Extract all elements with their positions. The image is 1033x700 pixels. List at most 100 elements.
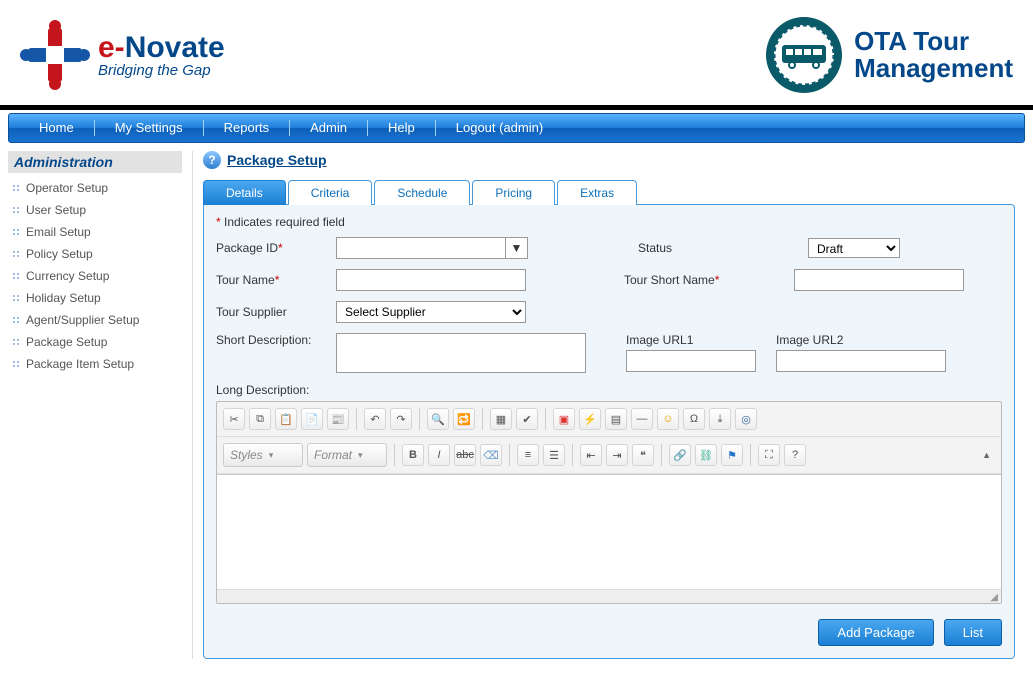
select-all-icon[interactable]: ▦ <box>490 408 512 430</box>
sidebar-title: Administration <box>8 151 182 173</box>
tour-short-name-label: Tour Short Name* <box>624 273 784 287</box>
sidebar-item-package-setup[interactable]: Package Setup <box>8 331 182 353</box>
collapse-toolbar-icon[interactable]: ▲ <box>982 450 995 460</box>
brand-tagline: Bridging the Gap <box>98 62 225 79</box>
bulleted-list-icon[interactable]: ☰ <box>543 444 565 466</box>
package-id-label: Package ID* <box>216 241 326 255</box>
tour-name-input[interactable] <box>336 269 526 291</box>
sidebar-item-policy-setup[interactable]: Policy Setup <box>8 243 182 265</box>
nav-home[interactable]: Home <box>19 120 95 136</box>
tabs: Details Criteria Schedule Pricing Extras <box>203 179 1015 204</box>
add-package-button[interactable]: Add Package <box>818 619 933 646</box>
sidebar-item-currency-setup[interactable]: Currency Setup <box>8 265 182 287</box>
tour-supplier-select[interactable]: Select Supplier <box>336 301 526 323</box>
puzzle-icon <box>20 20 90 90</box>
help-icon[interactable]: ? <box>203 151 221 169</box>
paste-icon[interactable]: 📋 <box>275 408 297 430</box>
image-icon[interactable]: ▣ <box>553 408 575 430</box>
format-combo[interactable]: Format▾ <box>307 443 387 467</box>
nav-reports[interactable]: Reports <box>204 120 291 136</box>
short-description-label: Short Description: <box>216 333 326 347</box>
page-break-icon[interactable]: ⤓ <box>709 408 731 430</box>
resize-grip-icon[interactable]: ◢ <box>990 592 998 603</box>
bus-icon <box>764 15 844 95</box>
table-icon[interactable]: ▤ <box>605 408 627 430</box>
tour-supplier-label: Tour Supplier <box>216 305 326 319</box>
brand-text: e-Novate Bridging the Gap <box>98 31 225 79</box>
tab-extras[interactable]: Extras <box>557 180 637 205</box>
paste-word-icon[interactable]: 📰 <box>327 408 349 430</box>
sidebar-item-agent-supplier-setup[interactable]: Agent/Supplier Setup <box>8 309 182 331</box>
image-url2-label: Image URL2 <box>776 333 886 347</box>
image-url2-input[interactable] <box>776 350 946 372</box>
long-description-label: Long Description: <box>216 383 1002 397</box>
undo-icon[interactable]: ↶ <box>364 408 386 430</box>
flash-icon[interactable]: ⚡ <box>579 408 601 430</box>
remove-format-icon[interactable]: ⌫ <box>480 444 502 466</box>
tour-name-label: Tour Name* <box>216 273 326 287</box>
short-description-input[interactable] <box>336 333 586 373</box>
product-logo: OTA Tour Management <box>764 15 1013 95</box>
page-title: Package Setup <box>227 152 327 168</box>
tab-pricing[interactable]: Pricing <box>472 180 555 205</box>
special-char-icon[interactable]: Ω <box>683 408 705 430</box>
cut-icon[interactable]: ✂ <box>223 408 245 430</box>
nav-my-settings[interactable]: My Settings <box>95 120 204 136</box>
package-id-input[interactable] <box>336 237 506 259</box>
brand-e: e- <box>98 31 125 64</box>
find-icon[interactable]: 🔍 <box>427 408 449 430</box>
tour-short-name-input[interactable] <box>794 269 964 291</box>
redo-icon[interactable]: ↷ <box>390 408 412 430</box>
blockquote-icon[interactable]: ❝ <box>632 444 654 466</box>
about-icon[interactable]: ? <box>784 444 806 466</box>
main-content: ? Package Setup Details Criteria Schedul… <box>193 151 1025 659</box>
tab-schedule[interactable]: Schedule <box>374 180 470 205</box>
status-label: Status <box>638 241 798 255</box>
sidebar-item-holiday-setup[interactable]: Holiday Setup <box>8 287 182 309</box>
top-nav: Home My Settings Reports Admin Help Logo… <box>8 113 1025 143</box>
link-icon[interactable]: 🔗 <box>669 444 691 466</box>
iframe-icon[interactable]: ◎ <box>735 408 757 430</box>
italic-icon[interactable]: I <box>428 444 450 466</box>
indent-icon[interactable]: ⇥ <box>606 444 628 466</box>
nav-help[interactable]: Help <box>368 120 436 136</box>
sidebar-item-operator-setup[interactable]: Operator Setup <box>8 177 182 199</box>
status-select[interactable]: Draft <box>808 238 900 258</box>
required-note: * Indicates required field <box>216 215 1002 229</box>
brand-logo: e-Novate Bridging the Gap <box>20 20 225 90</box>
nav-admin[interactable]: Admin <box>290 120 368 136</box>
image-url1-input[interactable] <box>626 350 756 372</box>
package-id-dropdown-button[interactable]: ▼ <box>506 237 528 259</box>
anchor-icon[interactable]: ⚑ <box>721 444 743 466</box>
styles-combo[interactable]: Styles▾ <box>223 443 303 467</box>
outdent-icon[interactable]: ⇤ <box>580 444 602 466</box>
spellcheck-icon[interactable]: ✔ <box>516 408 538 430</box>
replace-icon[interactable]: 🔁 <box>453 408 475 430</box>
image-url1-label: Image URL1 <box>626 333 736 347</box>
list-button[interactable]: List <box>944 619 1002 646</box>
strike-icon[interactable]: abc <box>454 444 476 466</box>
copy-icon[interactable]: ⧉ <box>249 408 271 430</box>
details-panel: * Indicates required field Package ID* ▼… <box>203 204 1015 659</box>
tab-details[interactable]: Details <box>203 180 286 205</box>
smiley-icon[interactable]: ☺ <box>657 408 679 430</box>
hr-icon[interactable]: — <box>631 408 653 430</box>
nav-logout[interactable]: Logout (admin) <box>436 120 563 136</box>
sidebar: Administration Operator Setup User Setup… <box>8 151 193 659</box>
header: e-Novate Bridging the Gap OTA Tour M <box>0 0 1033 110</box>
editor-footer: ◢ <box>217 589 1001 603</box>
product-title: OTA Tour Management <box>854 28 1013 83</box>
paste-text-icon[interactable]: 📄 <box>301 408 323 430</box>
unlink-icon[interactable]: ⛓ <box>695 444 717 466</box>
editor-body[interactable] <box>217 474 1001 589</box>
tab-criteria[interactable]: Criteria <box>288 180 373 205</box>
editor-toolbar-2: Styles▾ Format▾ B I abc ⌫ ≡ ☰ ⇤ ⇥ ❝ 🔗 <box>217 437 1001 474</box>
bold-icon[interactable]: B <box>402 444 424 466</box>
numbered-list-icon[interactable]: ≡ <box>517 444 539 466</box>
sidebar-item-user-setup[interactable]: User Setup <box>8 199 182 221</box>
editor-toolbar-1: ✂ ⧉ 📋 📄 📰 ↶ ↷ 🔍 🔁 ▦ ✔ ▣ ⚡ <box>217 402 1001 437</box>
sidebar-item-email-setup[interactable]: Email Setup <box>8 221 182 243</box>
rich-text-editor: ✂ ⧉ 📋 📄 📰 ↶ ↷ 🔍 🔁 ▦ ✔ ▣ ⚡ <box>216 401 1002 604</box>
sidebar-item-package-item-setup[interactable]: Package Item Setup <box>8 353 182 375</box>
maximize-icon[interactable]: ⛶ <box>758 444 780 466</box>
